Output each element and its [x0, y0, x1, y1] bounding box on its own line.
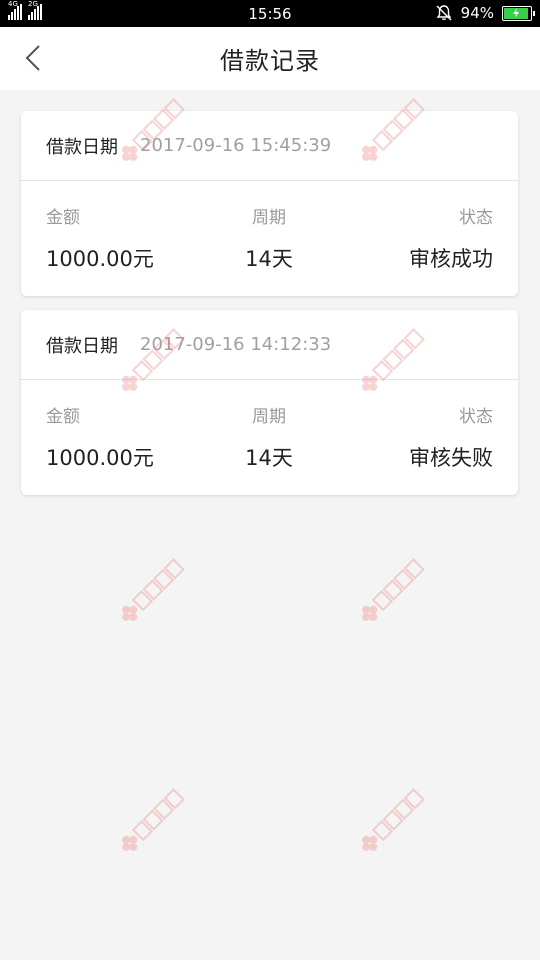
period-value: 14天	[245, 446, 293, 470]
back-button[interactable]	[18, 43, 48, 73]
period-label: 周期	[252, 208, 286, 228]
bell-muted-icon	[436, 5, 452, 21]
date-value: 2017-09-16 14:12:33	[140, 334, 332, 355]
watermark-logo	[362, 788, 425, 851]
battery-percent: 94%	[460, 4, 494, 22]
loan-record-card[interactable]: 借款日期 2017-09-16 15:45:39 金额 1000.00元 周期 …	[21, 111, 518, 296]
chevron-left-icon	[25, 45, 40, 71]
status-label: 状态	[459, 208, 493, 228]
status-bar: 4G 2G 15:56 94%	[0, 0, 540, 27]
record-date-row: 借款日期 2017-09-16 15:45:39	[21, 111, 518, 181]
watermark-logo	[362, 558, 425, 621]
amount-label: 金额	[46, 407, 80, 427]
nav-header: 借款记录	[0, 27, 540, 90]
page-title: 借款记录	[220, 47, 320, 75]
amount-value: 1000.00元	[46, 247, 154, 271]
watermark-logo	[122, 558, 185, 621]
amount-value: 1000.00元	[46, 446, 154, 470]
date-value: 2017-09-16 15:45:39	[140, 135, 332, 156]
period-value: 14天	[245, 247, 293, 271]
date-label: 借款日期	[46, 136, 118, 158]
amount-label: 金额	[46, 208, 80, 228]
battery-icon	[502, 5, 535, 21]
status-value: 审核成功	[409, 247, 493, 271]
record-date-row: 借款日期 2017-09-16 14:12:33	[21, 310, 518, 380]
status-value: 审核失败	[409, 446, 493, 470]
period-label: 周期	[252, 407, 286, 427]
status-label: 状态	[459, 407, 493, 427]
date-label: 借款日期	[46, 335, 118, 357]
loan-record-card[interactable]: 借款日期 2017-09-16 14:12:33 金额 1000.00元 周期 …	[21, 310, 518, 495]
watermark-logo	[122, 788, 185, 851]
